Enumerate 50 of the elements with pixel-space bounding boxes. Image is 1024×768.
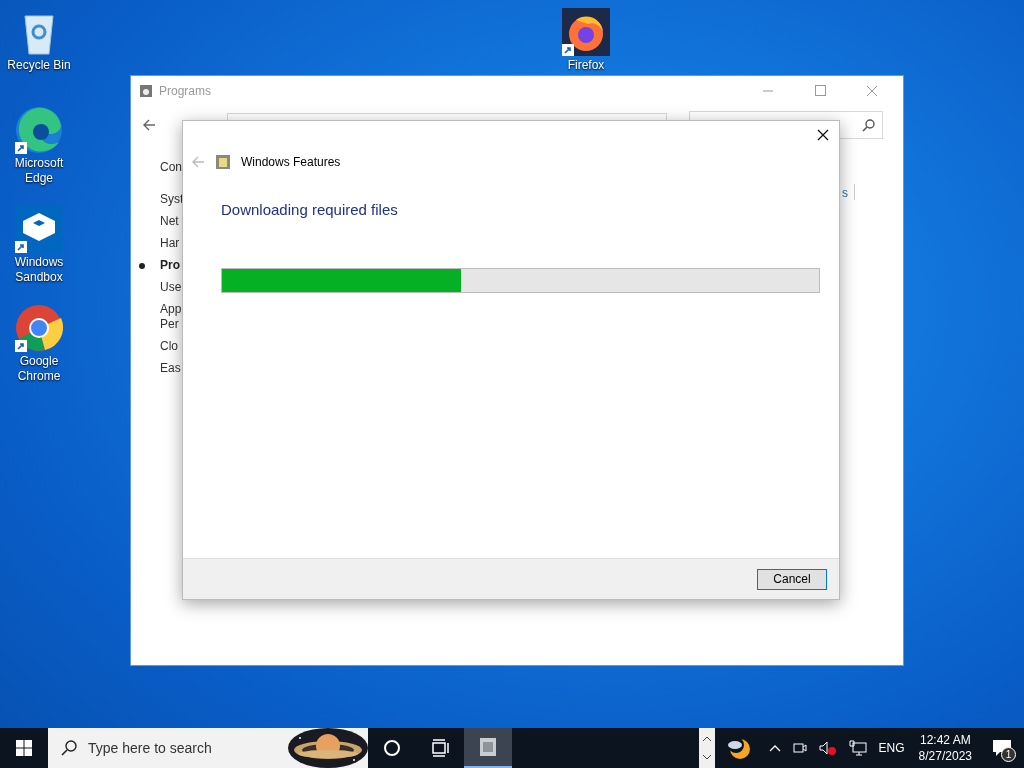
shortcut-arrow-icon [15,241,27,253]
clock-time[interactable]: 12:42 AM [919,732,971,748]
circle-icon[interactable] [383,739,401,757]
chrome-logo-icon [15,304,63,352]
language-indicator[interactable]: ENG [878,739,905,757]
task-view-icon[interactable] [431,739,449,757]
clock-date[interactable]: 8/27/2023 [918,748,972,764]
desktop-icon-label[interactable]: Microsoft Edge [4,156,74,186]
speaker-muted-icon[interactable] [818,740,837,756]
nav-link[interactable]: Net [160,214,179,229]
nav-link[interactable]: Pro [160,258,180,273]
taskbar-app-button[interactable] [464,728,512,768]
sandbox-box-icon [15,205,63,253]
shortcut-arrow-icon [15,340,27,352]
control-panel-icon [139,84,153,98]
dialog-title: Windows Features [241,154,341,171]
camera-icon[interactable] [792,740,807,756]
scroll-down-icon[interactable] [701,754,712,760]
dialog-heading: Downloading required files [221,200,399,220]
nav-link[interactable]: Har [160,236,180,251]
desktop-icon-label[interactable]: Windows Sandbox [4,255,74,285]
link-text[interactable]: s [842,184,848,202]
shortcut-arrow-icon [562,44,574,56]
desktop-icon-label[interactable]: Recycle Bin [7,58,71,73]
close-icon[interactable] [815,127,831,143]
scroll-up-icon[interactable] [701,736,712,742]
shortcut-arrow-icon [15,142,27,154]
nav-link[interactable]: App Per [160,302,182,332]
taskbar-search-box[interactable]: Type here to search [48,728,368,768]
nav-link[interactable]: Eas [160,361,181,376]
features-icon [215,154,231,170]
desktop-icon-label[interactable]: Firefox [567,58,605,73]
search-icon [60,739,78,757]
edge-logo-icon [15,106,63,154]
firefox-logo-icon [562,8,610,56]
network-icon[interactable] [848,740,867,756]
desktop-icon-label[interactable]: Google Chrome [4,354,74,384]
nav-link[interactable]: Con [160,160,182,175]
cancel-button[interactable]: Cancel [757,568,827,590]
features-icon [478,736,498,758]
window-title: Programs [159,83,211,100]
nav-link[interactable]: Syst [160,192,184,207]
search-icon [862,118,876,132]
nav-link[interactable]: Clo [160,339,178,354]
back-arrow-icon[interactable] [141,117,157,133]
notification-badge: 1 [1001,747,1016,762]
windows-logo-icon[interactable] [16,740,32,756]
nav-link[interactable]: Use [160,280,182,295]
search-placeholder: Type here to search [88,738,212,758]
chevron-up-icon[interactable] [768,744,781,752]
